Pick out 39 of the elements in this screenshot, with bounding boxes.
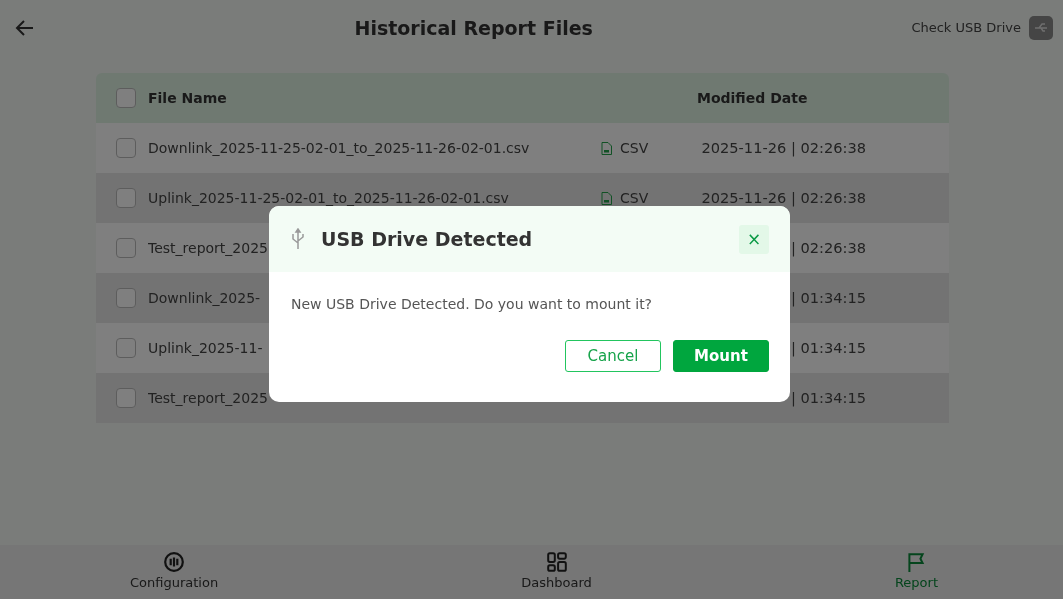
file-type: CSV: [620, 138, 649, 158]
modified-date: | 01:34:15: [790, 339, 866, 356]
modified-date: | 01:34:15: [790, 289, 866, 306]
row-checkbox[interactable]: [116, 338, 136, 358]
row-checkbox[interactable]: [116, 288, 136, 308]
mount-button[interactable]: Mount: [673, 340, 769, 372]
column-header: Modified Date: [697, 89, 808, 106]
file-name: Downlink_2025-11-25-02-01_to_2025-11-26-02-01.csv: [148, 139, 530, 156]
dialog-message: New USB Drive Detected. Do you want to mount it?: [290, 295, 654, 314]
gauge-icon: [163, 551, 186, 574]
dialog-title: USB Drive Detected: [321, 226, 533, 252]
row-checkbox[interactable]: [116, 238, 136, 258]
page-title: Historical Report Files: [354, 15, 593, 41]
check-usb-button[interactable]: Check USB Drive: [911, 18, 1021, 38]
file-type: CSV: [620, 188, 649, 208]
row-checkbox[interactable]: [116, 388, 136, 408]
file-icon: [601, 141, 612, 155]
file-name: Downlink_2025-: [148, 289, 261, 306]
row-checkbox[interactable]: [116, 188, 136, 208]
close-button[interactable]: ×: [739, 224, 769, 254]
file-icon: [601, 191, 612, 205]
file-name: Test_report_2025: [148, 389, 268, 406]
modified-date: | 02:26:38: [790, 239, 866, 256]
usb-icon: [291, 228, 305, 250]
nav-tab[interactable]: Dashboard: [521, 551, 592, 593]
usb-icon[interactable]: [1029, 16, 1053, 40]
grid-icon: [545, 551, 568, 574]
column-header: File Name: [148, 89, 227, 106]
modified-date: 2025-11-26 | 02:26:38: [701, 189, 866, 206]
select-all-checkbox[interactable]: [116, 88, 136, 108]
file-name: Uplink_2025-11-: [148, 339, 263, 356]
nav-tab[interactable]: Configuration: [130, 551, 219, 593]
file-name: Test_report_2025: [148, 239, 268, 256]
file-name: Uplink_2025-11-25-02-01_to_2025-11-26-02-01.csv: [148, 189, 509, 206]
nav-tab[interactable]: Report: [894, 551, 938, 593]
cancel-button[interactable]: Cancel: [565, 340, 661, 372]
modified-date: 2025-11-26 | 02:26:38: [701, 139, 866, 156]
modified-date: | 01:34:15: [790, 389, 866, 406]
row-checkbox[interactable]: [116, 138, 136, 158]
